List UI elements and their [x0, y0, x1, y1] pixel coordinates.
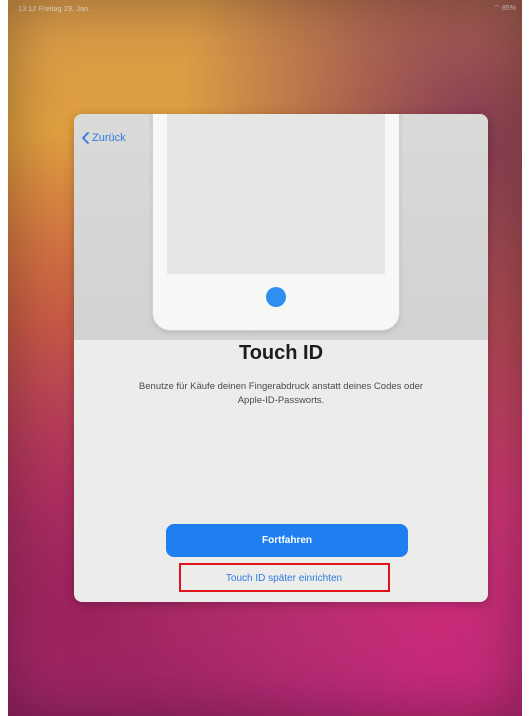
ipad-device-graphic [152, 114, 400, 331]
device-screen [167, 114, 385, 274]
page-title: Touch ID [238, 342, 324, 364]
setup-later-link[interactable]: Touch ID später einrichten [178, 564, 390, 593]
home-button-icon [266, 287, 286, 307]
status-time: 13:12 [18, 6, 37, 13]
continue-button[interactable]: Fortfahren [166, 524, 408, 557]
setup-sheet: Zurück Touch ID Benutze für Käufe deinen… [74, 114, 488, 602]
touch-id-illustration [74, 114, 488, 340]
status-date: Freitag 29. Jan. [38, 6, 91, 13]
status-time-date: 13:12 Freitag 29. Jan. [18, 6, 91, 13]
status-indicators: ⌔ 85% [493, 5, 516, 12]
chevron-left-icon [82, 132, 89, 144]
back-button[interactable]: Zurück [82, 132, 126, 144]
description-text: Benutze für Käufe deinen Fingerabdruck a… [138, 381, 424, 406]
back-label: Zurück [92, 132, 126, 144]
